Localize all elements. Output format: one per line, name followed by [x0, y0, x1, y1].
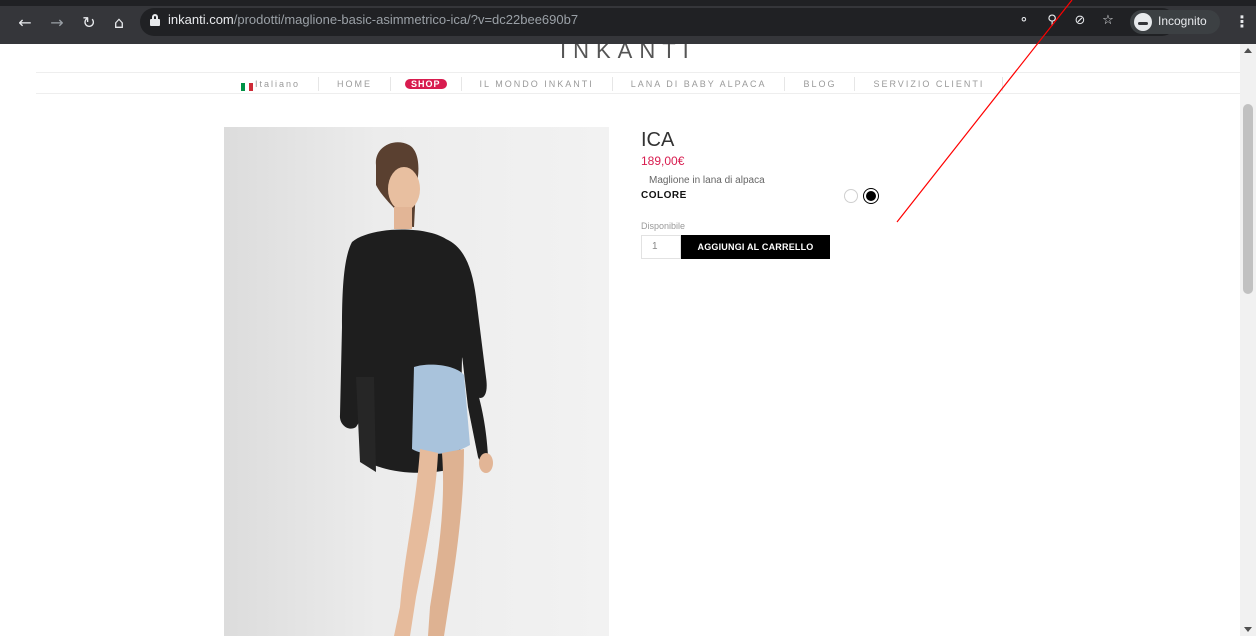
nav-item-mondo-inkanti[interactable]: IL MONDO INKANTI [462, 77, 613, 91]
forward-icon[interactable]: → [48, 14, 66, 32]
browser-toolbar: ← → ↻ ⌂ inkanti.com/prodotti/maglione-ba… [0, 0, 1256, 44]
add-to-cart-button[interactable]: AGGIUNGI AL CARRELLO [681, 235, 830, 259]
back-icon[interactable]: ← [16, 14, 34, 32]
scroll-down-icon[interactable] [1244, 627, 1252, 632]
nav-item-lana-baby-alpaca[interactable]: LANA DI BABY ALPACA [613, 77, 786, 91]
main-nav: Italiano HOME SHOP IL MONDO INKANTI LANA… [36, 72, 1240, 94]
italy-flag-icon [241, 81, 253, 91]
scroll-up-icon[interactable] [1244, 48, 1252, 53]
availability-text: Disponibile [641, 221, 686, 231]
nav-item-servizio-clienti[interactable]: SERVIZIO CLIENTI [855, 77, 1004, 91]
home-icon[interactable]: ⌂ [110, 14, 128, 32]
nav-language[interactable]: Italiano [241, 77, 320, 91]
color-swatch-white[interactable] [844, 189, 858, 203]
nav-item-shop[interactable]: SHOP [391, 77, 462, 91]
site-logo[interactable]: INKANTI [560, 44, 696, 64]
eye-off-icon[interactable]: ⊘ [1072, 13, 1088, 29]
product-description: Maglione in lana di alpaca [649, 175, 765, 186]
page-content: INKANTI Italiano HOME SHOP IL MONDO INKA… [0, 44, 1240, 636]
product-price: 189,00€ [641, 154, 685, 168]
key-icon[interactable]: ⚬ [1016, 13, 1032, 29]
incognito-icon [1134, 13, 1152, 31]
model-photo [339, 142, 493, 636]
nav-item-home[interactable]: HOME [319, 77, 392, 91]
url-path: /prodotti/maglione-basic-asimmetrico-ica… [233, 12, 579, 27]
tab-strip [0, 0, 1256, 6]
scroll-thumb[interactable] [1243, 104, 1253, 294]
color-label: COLORE [641, 190, 687, 201]
quantity-input[interactable]: 1 [641, 235, 681, 259]
product-image[interactable] [224, 127, 609, 636]
language-label: Italiano [255, 79, 301, 89]
nav-item-blog[interactable]: BLOG [785, 77, 856, 91]
incognito-badge[interactable]: Incognito [1130, 10, 1220, 34]
product-title: ICA [641, 129, 675, 151]
page-scrollbar[interactable] [1240, 44, 1256, 636]
star-icon[interactable]: ☆ [1100, 13, 1116, 29]
nav-shop-label: SHOP [405, 79, 447, 89]
url-text[interactable]: inkanti.com/prodotti/maglione-basic-asim… [168, 12, 578, 27]
incognito-label: Incognito [1158, 14, 1207, 28]
zoom-icon[interactable]: ⚲ [1044, 13, 1060, 29]
reload-icon[interactable]: ↻ [80, 14, 98, 32]
color-swatch-black[interactable] [863, 188, 879, 204]
menu-icon[interactable]: ⋮ [1234, 12, 1250, 31]
url-host: inkanti.com [168, 12, 234, 27]
lock-icon[interactable] [150, 14, 160, 26]
